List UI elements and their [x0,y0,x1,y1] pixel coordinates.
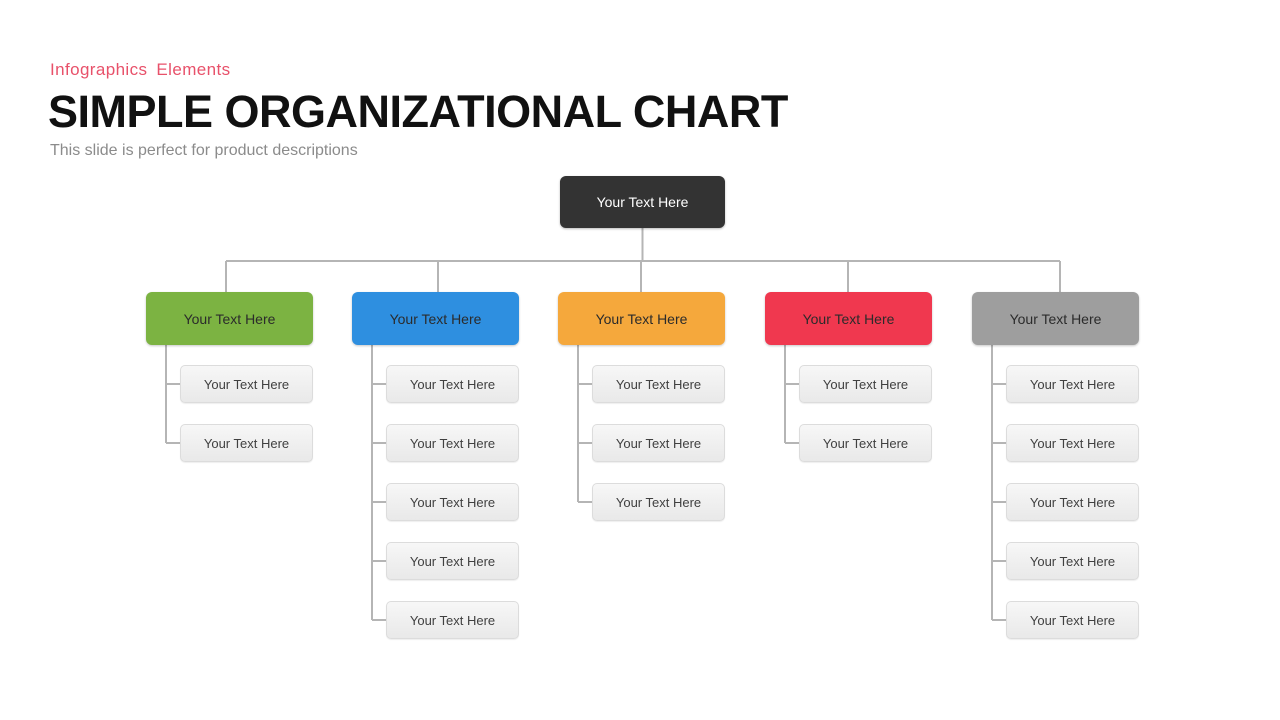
leaf-node-2-2[interactable]: Your Text Here [592,483,725,521]
gray-branch-label: Your Text Here [1009,310,1102,327]
leaf-node-1-0[interactable]: Your Text Here [386,365,519,403]
leaf-node-4-1[interactable]: Your Text Here [1006,424,1139,462]
green-branch[interactable]: Your Text Here [146,292,313,345]
leaf-node-4-3[interactable]: Your Text Here [1006,542,1139,580]
leaf-node-3-0-label: Your Text Here [822,376,909,392]
orange-branch-label: Your Text Here [595,310,688,327]
leaf-node-4-0[interactable]: Your Text Here [1006,365,1139,403]
leaf-node-2-2-label: Your Text Here [615,494,702,510]
leaf-node-0-1[interactable]: Your Text Here [180,424,313,462]
leaf-node-1-3-label: Your Text Here [409,553,496,569]
leaf-node-0-0[interactable]: Your Text Here [180,365,313,403]
leaf-node-1-1-label: Your Text Here [409,435,496,451]
leaf-node-0-0-label: Your Text Here [203,376,290,392]
leaf-node-1-1[interactable]: Your Text Here [386,424,519,462]
orange-branch[interactable]: Your Text Here [558,292,725,345]
leaf-node-3-1[interactable]: Your Text Here [799,424,932,462]
red-branch-label: Your Text Here [802,310,895,327]
leaf-node-3-0[interactable]: Your Text Here [799,365,932,403]
leaf-node-4-2[interactable]: Your Text Here [1006,483,1139,521]
leaf-node-1-3[interactable]: Your Text Here [386,542,519,580]
org-chart: Your Text Here Your Text Here Your Text He… [0,0,1280,720]
leaf-node-2-0-label: Your Text Here [615,376,702,392]
red-branch[interactable]: Your Text Here [765,292,932,345]
gray-branch[interactable]: Your Text Here [972,292,1139,345]
leaf-node-4-1-label: Your Text Here [1029,435,1116,451]
leaf-node-2-1[interactable]: Your Text Here [592,424,725,462]
leaf-node-4-2-label: Your Text Here [1029,494,1116,510]
leaf-node-1-4[interactable]: Your Text Here [386,601,519,639]
leaf-node-0-1-label: Your Text Here [203,435,290,451]
leaf-node-4-4-label: Your Text Here [1029,612,1116,628]
leaf-node-4-0-label: Your Text Here [1029,376,1116,392]
leaf-node-1-0-label: Your Text Here [409,376,496,392]
slide: Infographics Elements SIMPLE ORGANIZATION… [0,0,1280,720]
root-node[interactable]: Your Text Here [560,176,725,228]
leaf-node-1-2[interactable]: Your Text Here [386,483,519,521]
leaf-node-3-1-label: Your Text Here [822,435,909,451]
blue-branch[interactable]: Your Text Here [352,292,519,345]
root-node-label: Your Text Here [596,194,689,210]
leaf-node-2-0[interactable]: Your Text Here [592,365,725,403]
leaf-node-4-4[interactable]: Your Text Here [1006,601,1139,639]
leaf-node-1-4-label: Your Text Here [409,612,496,628]
leaf-node-2-1-label: Your Text Here [615,435,702,451]
leaf-node-4-3-label: Your Text Here [1029,553,1116,569]
green-branch-label: Your Text Here [183,310,276,327]
leaf-node-1-2-label: Your Text Here [409,494,496,510]
blue-branch-label: Your Text Here [389,310,482,327]
